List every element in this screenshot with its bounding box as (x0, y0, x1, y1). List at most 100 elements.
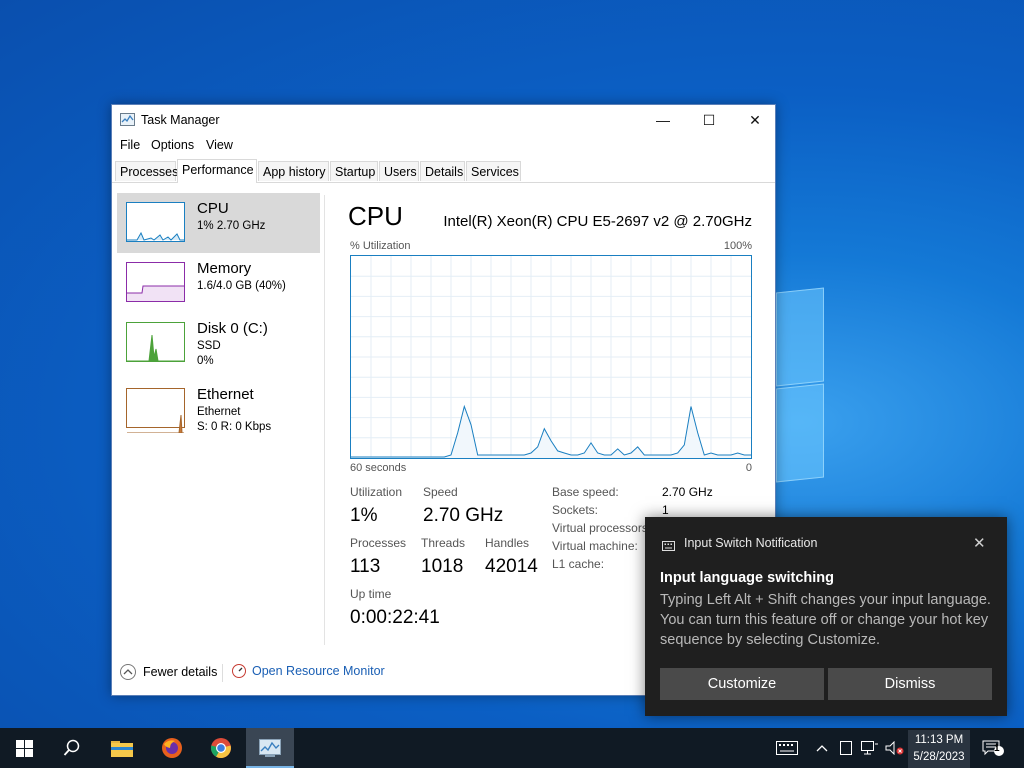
touch-keyboard-button[interactable] (775, 740, 799, 756)
resource-monitor-icon (232, 664, 246, 678)
folder-icon (111, 741, 133, 757)
l1-cache-label: L1 cache: (552, 557, 605, 571)
speed-value: 2.70 GHz (423, 505, 504, 526)
handles-value: 42014 (485, 556, 538, 577)
tab-app-history[interactable]: App history (258, 161, 329, 181)
tab-performance[interactable]: Performance (177, 159, 257, 183)
clock-time: 11:13 PM (914, 734, 964, 746)
input-switch-notification: Input Switch Notification ✕ Input langua… (645, 517, 1007, 716)
firefox-icon (162, 738, 182, 758)
utilization-value: 1% (350, 505, 378, 526)
network-button[interactable] (860, 740, 880, 756)
sidebar-divider (324, 195, 325, 645)
close-icon: ✕ (749, 111, 761, 128)
tab-startup[interactable]: Startup (330, 161, 378, 181)
base-speed-label: Base speed: (552, 485, 619, 499)
memory-thumbnail-graph (126, 262, 185, 302)
virtual-processors-label: Virtual processors: (552, 521, 652, 535)
firefox-button[interactable] (148, 728, 196, 768)
sidebar-item-cpu[interactable]: CPU 1% 2.70 GHz (117, 193, 320, 253)
processes-label: Processes (350, 536, 407, 550)
keyboard-icon (662, 538, 675, 551)
sidebar-ethernet-adapter: Ethernet (197, 406, 241, 418)
notification-count-badge: 1 (994, 743, 1000, 754)
virtual-machine-label: Virtual machine: (552, 539, 638, 553)
dismiss-button[interactable]: Dismiss (828, 668, 992, 700)
sidebar-disk-usage: 0% (197, 355, 214, 367)
sidebar-item-ethernet[interactable]: Ethernet Ethernet S: 0 R: 0 Kbps (117, 379, 320, 439)
task-manager-icon (259, 739, 281, 757)
search-button[interactable] (48, 728, 96, 768)
minimize-button[interactable]: — (640, 105, 686, 135)
network-icon (861, 741, 878, 755)
tray-device-button[interactable] (838, 740, 854, 756)
fewer-details-button[interactable]: Fewer details (120, 664, 217, 680)
notification-body: Typing Left Alt + Shift changes your inp… (660, 592, 991, 648)
start-button[interactable] (0, 728, 48, 768)
windows-logo-wallpaper (776, 287, 824, 483)
taskbar: 1 (0, 728, 1024, 768)
processes-value: 113 (350, 556, 381, 577)
menu-file[interactable]: File (120, 138, 140, 152)
notification-icon (982, 740, 1004, 756)
open-resource-monitor-label: Open Resource Monitor (252, 664, 385, 678)
chevron-up-icon (120, 664, 136, 680)
maximize-button[interactable]: ☐ (686, 105, 732, 135)
menu-view[interactable]: View (206, 138, 233, 152)
sidebar-item-disk[interactable]: Disk 0 (C:) SSD 0% (117, 313, 320, 373)
uptime-value: 0:00:22:41 (350, 607, 440, 628)
action-center-button[interactable]: 1 (980, 740, 1006, 756)
graph-ylabel: % Utilization (350, 240, 411, 252)
windows-start-icon (15, 739, 33, 757)
sidebar-ethernet-throughput: S: 0 R: 0 Kbps (197, 421, 272, 433)
cpu-utilization-graph (350, 255, 752, 459)
file-explorer-button[interactable] (98, 728, 146, 768)
tab-users[interactable]: Users (379, 161, 419, 181)
sidebar-disk-type: SSD (197, 340, 221, 352)
threads-value: 1018 (421, 556, 464, 577)
notification-app-name: Input Switch Notification (684, 536, 818, 550)
cpu-graph-svg (351, 256, 751, 458)
cpu-model-name: Intel(R) Xeon(R) CPU E5-2697 v2 @ 2.70GH… (443, 213, 752, 230)
chrome-button[interactable] (197, 728, 245, 768)
show-hidden-icons-button[interactable] (814, 740, 830, 756)
task-manager-taskbar-button[interactable] (246, 728, 294, 768)
graph-zero-label: 0 (745, 462, 752, 474)
volume-button[interactable] (884, 740, 906, 756)
notification-close-icon[interactable]: ✕ (973, 534, 986, 552)
sidebar-item-memory[interactable]: Memory 1.6/4.0 GB (40%) (117, 253, 320, 313)
tab-details[interactable]: Details (420, 161, 465, 181)
cpu-heading: CPU (348, 201, 403, 231)
sockets-label: Sockets: (552, 503, 599, 517)
sidebar-memory-name: Memory (197, 260, 252, 277)
speed-label: Speed (423, 485, 458, 499)
threads-label: Threads (421, 536, 466, 550)
taskbar-clock[interactable]: 11:13 PM 5/28/2023 (908, 730, 970, 768)
close-button[interactable]: ✕ (732, 105, 778, 135)
chevron-up-icon (816, 745, 828, 752)
sockets-value: 1 (662, 503, 669, 517)
utilization-label: Utilization (350, 485, 403, 499)
handles-label: Handles (485, 536, 530, 550)
volume-muted-icon (885, 741, 904, 755)
tab-services[interactable]: Services (466, 161, 521, 181)
ethernet-thumbnail-graph (126, 388, 185, 434)
menu-bar: File Options View (112, 136, 775, 156)
search-icon (63, 739, 80, 756)
customize-button[interactable]: Customize (660, 668, 824, 700)
tab-bar: Processes Performance App history Startu… (112, 159, 775, 183)
menu-options[interactable]: Options (151, 138, 194, 152)
chrome-icon (210, 738, 231, 758)
title-bar[interactable]: Task Manager — ☐ ✕ (112, 105, 775, 135)
sidebar-cpu-name: CPU (197, 200, 229, 217)
window-title: Task Manager (141, 113, 220, 127)
minimize-icon: — (656, 112, 670, 128)
maximize-icon: ☐ (702, 111, 716, 128)
graph-time-span-label: 60 seconds (350, 462, 407, 474)
fewer-details-label: Fewer details (143, 665, 218, 679)
open-resource-monitor-link[interactable]: Open Resource Monitor (232, 664, 385, 678)
performance-sidebar: CPU 1% 2.70 GHz Memory 1.6/4.0 GB (40%) … (112, 183, 324, 643)
footer-divider (222, 664, 223, 682)
tab-processes[interactable]: Processes (115, 161, 178, 181)
clock-date: 5/28/2023 (913, 751, 965, 763)
